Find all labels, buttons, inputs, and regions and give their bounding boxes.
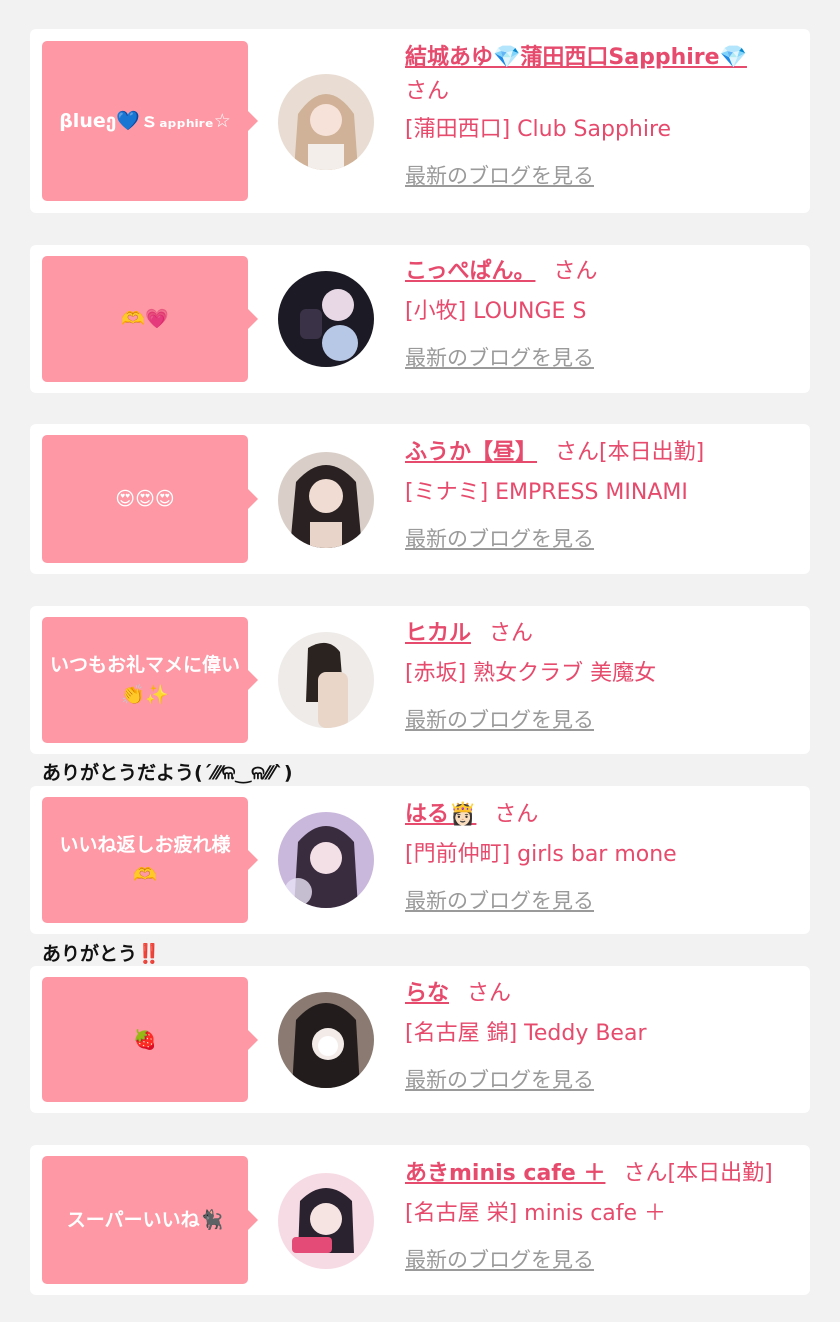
shop-label: [ミナミ] EMPRESS MINAMI [405, 480, 688, 505]
message-card: いいね返しお疲れ様🫶 はる👸🏻 さん [門前仲町] girls bar mone … [30, 786, 810, 934]
cast-name-link[interactable]: らな [405, 981, 449, 1006]
message-card: βlueე💙ｓₐₚₚₕᵢᵣₑ☆ 結城あゆ💎蒲田西口Sapphire💎 さん [蒲… [30, 29, 810, 213]
cast-info: こっぺぱん。 さん [小牧] LOUNGE S 最新のブログを見る [405, 255, 802, 373]
avatar[interactable] [278, 632, 374, 728]
message-bubble: βlueე💙ｓₐₚₚₕᵢᵣₑ☆ [42, 41, 258, 201]
san-label: さん [467, 981, 512, 1006]
attendance-status: [本日出勤] [667, 1161, 773, 1186]
message-card: いつもお礼マメに偉い👏✨ ヒカル さん [赤坂] 熟女クラブ 美魔女 最新のブログ… [30, 606, 810, 754]
san-label: さん [623, 1161, 668, 1186]
blog-link[interactable]: 最新のブログを見る [405, 886, 802, 916]
avatar[interactable] [278, 992, 374, 1088]
cast-info: はる👸🏻 さん [門前仲町] girls bar mone 最新のブログを見る [405, 798, 802, 916]
cast-info: ヒカル さん [赤坂] 熟女クラブ 美魔女 最新のブログを見る [405, 617, 802, 735]
san-label: さん [489, 621, 534, 646]
blog-link[interactable]: 最新のブログを見る [405, 524, 802, 554]
blog-link[interactable]: 最新のブログを見る [405, 1065, 802, 1095]
message-text: スーパーいいね🐈‍⬛ [66, 1209, 224, 1231]
message-card: 😍😍😍 ふうか【昼】 さん[本日出勤] [ミナミ] EMPRESS MINAMI … [30, 424, 810, 574]
message-text: 🫶💗 [121, 308, 169, 330]
blog-link[interactable]: 最新のブログを見る [405, 343, 802, 373]
cast-name-link[interactable]: こっぺぱん。 [405, 259, 535, 284]
cast-info: あきminis cafe ＋ さん[本日出勤] [名古屋 栄] minis caf… [405, 1157, 802, 1275]
shop-label: [小牧] LOUNGE S [405, 299, 587, 324]
message-bubble: 😍😍😍 [42, 435, 258, 563]
shop-label: [名古屋 錦] Teddy Bear [405, 1021, 647, 1046]
cast-info: らな さん [名古屋 錦] Teddy Bear 最新のブログを見る [405, 977, 802, 1095]
message-text: いつもお礼マメに偉い👏✨ [50, 654, 241, 706]
shop-label: [蒲田西口] Club Sapphire [405, 117, 672, 142]
message-text: いいね返しお疲れ様🫶 [59, 834, 231, 886]
cast-name-link[interactable]: 結城あゆ💎蒲田西口Sapphire💎 [405, 45, 747, 70]
avatar[interactable] [278, 812, 374, 908]
message-text: βlueე💙ｓₐₚₚₕᵢᵣₑ☆ [59, 110, 231, 132]
message-bubble: いつもお礼マメに偉い👏✨ [42, 617, 258, 743]
comment-caption: ありがとう‼️ [42, 943, 161, 965]
cast-info: 結城あゆ💎蒲田西口Sapphire💎 さん [蒲田西口] Club Sapphi… [405, 41, 802, 191]
avatar[interactable] [278, 271, 374, 367]
shop-label: [門前仲町] girls bar mone [405, 842, 677, 867]
shop-label: [赤坂] 熟女クラブ 美魔女 [405, 661, 657, 686]
blog-link[interactable]: 最新のブログを見る [405, 161, 802, 191]
cast-name-link[interactable]: ヒカル [405, 621, 471, 646]
comment-caption: ありがとうだよう(ˊ⁄⁄⁄ଳ‿ଳ⁄⁄⁄ˋ) [42, 762, 293, 784]
san-label: さん [555, 440, 600, 465]
blog-link[interactable]: 最新のブログを見る [405, 705, 802, 735]
san-label: さん [405, 79, 450, 104]
shop-label: [名古屋 栄] minis cafe ＋ [405, 1201, 667, 1226]
san-label: さん [494, 802, 539, 827]
message-card: 🫶💗 こっぺぱん。 さん [小牧] LOUNGE S 最新のブログを見る [30, 245, 810, 393]
message-text: 🍓 [133, 1028, 157, 1051]
message-bubble: 🫶💗 [42, 256, 258, 382]
attendance-status: [本日出勤] [599, 440, 705, 465]
san-label: さん [553, 259, 598, 284]
avatar[interactable] [278, 74, 374, 170]
cast-name-link[interactable]: あきminis cafe ＋ [405, 1161, 605, 1186]
message-bubble: 🍓 [42, 977, 258, 1102]
avatar[interactable] [278, 1173, 374, 1269]
cast-info: ふうか【昼】 さん[本日出勤] [ミナミ] EMPRESS MINAMI 最新のブ… [405, 436, 802, 554]
message-bubble: スーパーいいね🐈‍⬛ [42, 1156, 258, 1284]
message-card: 🍓 らな さん [名古屋 錦] Teddy Bear 最新のブログを見る [30, 966, 810, 1113]
blog-link[interactable]: 最新のブログを見る [405, 1245, 802, 1275]
message-text: 😍😍😍 [115, 488, 175, 510]
cast-name-link[interactable]: ふうか【昼】 [405, 440, 537, 465]
avatar[interactable] [278, 452, 374, 548]
cast-name-link[interactable]: はる👸🏻 [405, 802, 476, 827]
message-card: スーパーいいね🐈‍⬛ あきminis cafe ＋ さん[本日出勤] [名古屋 栄… [30, 1145, 810, 1295]
message-bubble: いいね返しお疲れ様🫶 [42, 797, 258, 923]
